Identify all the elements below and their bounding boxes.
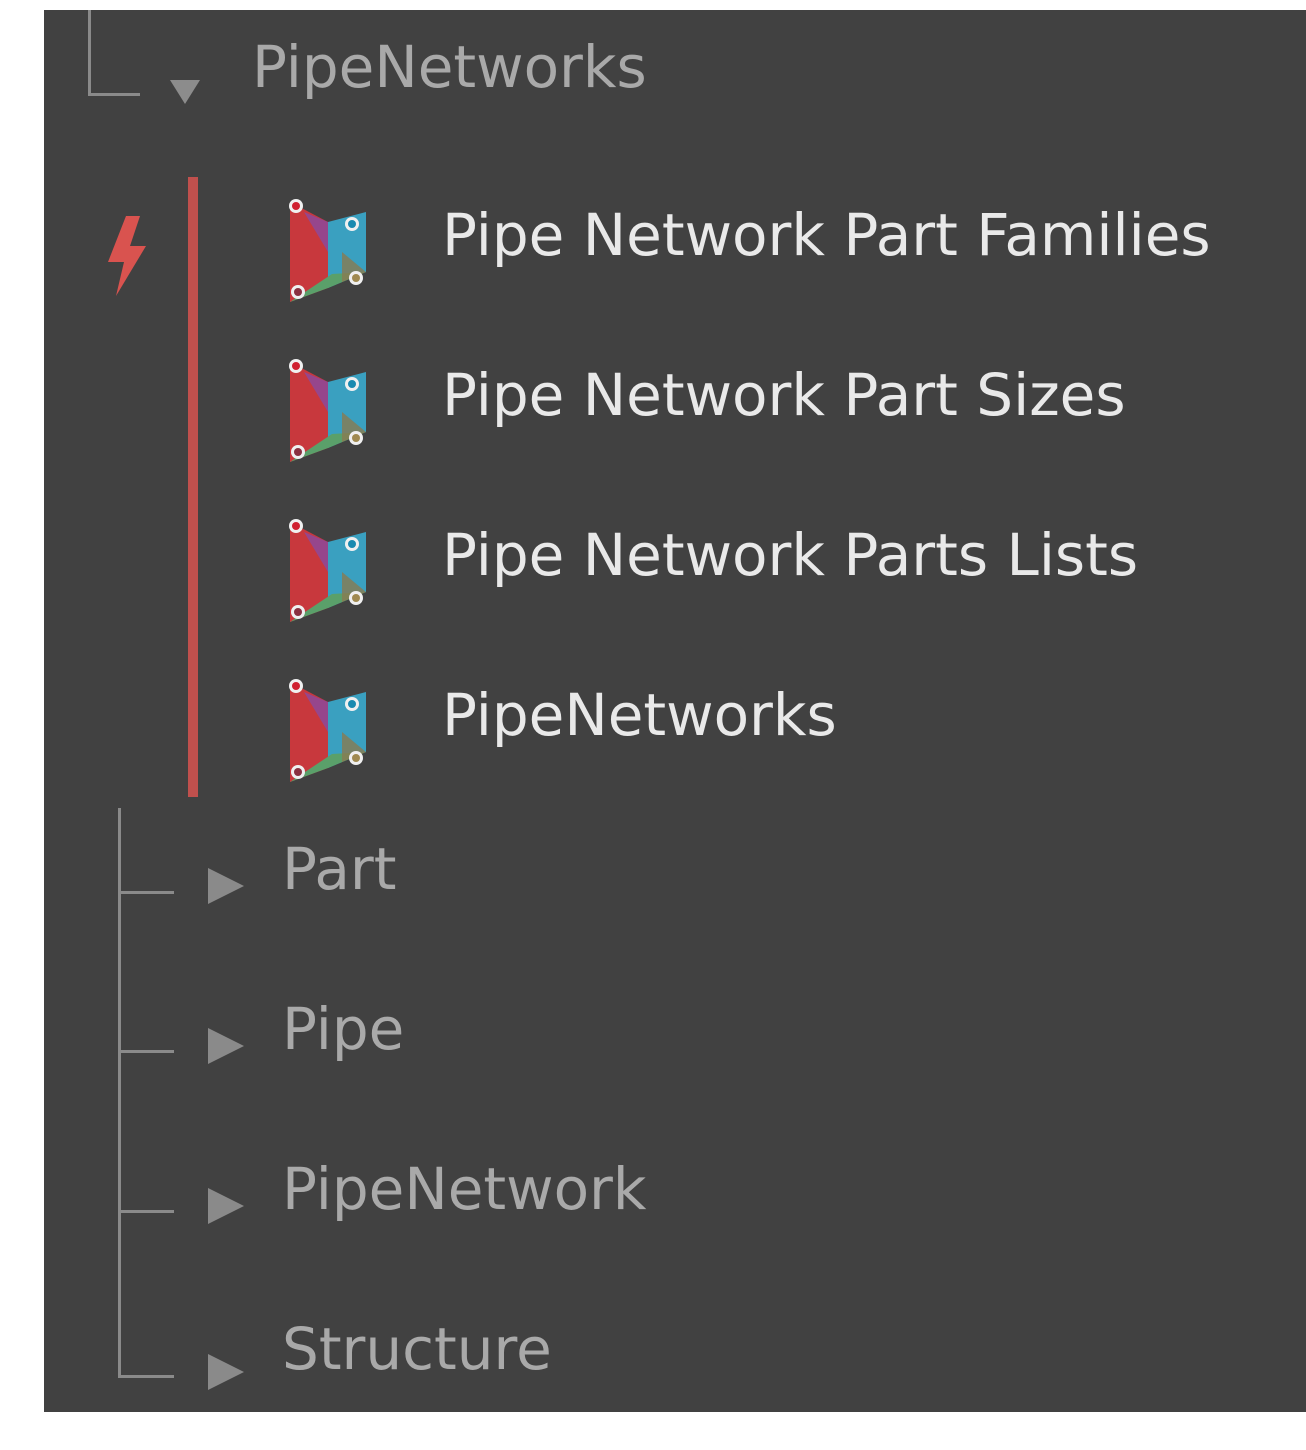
chevron-right-icon[interactable]: [208, 1188, 244, 1224]
category-pipenetworks[interactable]: PipeNetworks: [44, 10, 1306, 130]
dynamo-node-icon: [289, 519, 366, 622]
node-item[interactable]: Pipe Network Parts Lists: [44, 490, 1306, 650]
category-label: Structure: [282, 1315, 552, 1383]
chevron-right-icon[interactable]: [208, 868, 244, 904]
category-label: Pipe: [282, 995, 405, 1063]
category-label: Part: [282, 835, 397, 903]
category-label: PipeNetworks: [252, 33, 647, 101]
dynamo-node-icon: [289, 199, 366, 302]
node-label: PipeNetworks: [442, 681, 837, 749]
node-item[interactable]: PipeNetworks: [44, 650, 1306, 810]
category-pipenetwork[interactable]: PipeNetwork: [44, 1130, 1306, 1290]
category-label: PipeNetwork: [282, 1155, 647, 1223]
library-tree-panel: PipeNetworks Pipe Network Part Families: [44, 10, 1306, 1412]
node-label: Pipe Network Part Sizes: [442, 361, 1126, 429]
node-item[interactable]: Pipe Network Part Families: [44, 170, 1306, 330]
node-label: Pipe Network Parts Lists: [442, 521, 1139, 589]
node-label: Pipe Network Part Families: [442, 201, 1211, 269]
chevron-right-icon[interactable]: [208, 1028, 244, 1064]
category-structure[interactable]: Structure: [44, 1290, 1306, 1450]
category-part[interactable]: Part: [44, 810, 1306, 970]
category-pipe[interactable]: Pipe: [44, 970, 1306, 1130]
chevron-right-icon[interactable]: [208, 1354, 244, 1390]
node-item[interactable]: Pipe Network Part Sizes: [44, 330, 1306, 490]
chevron-down-icon[interactable]: [170, 80, 200, 104]
dynamo-node-icon: [289, 679, 366, 782]
dynamo-node-icon: [289, 359, 366, 462]
